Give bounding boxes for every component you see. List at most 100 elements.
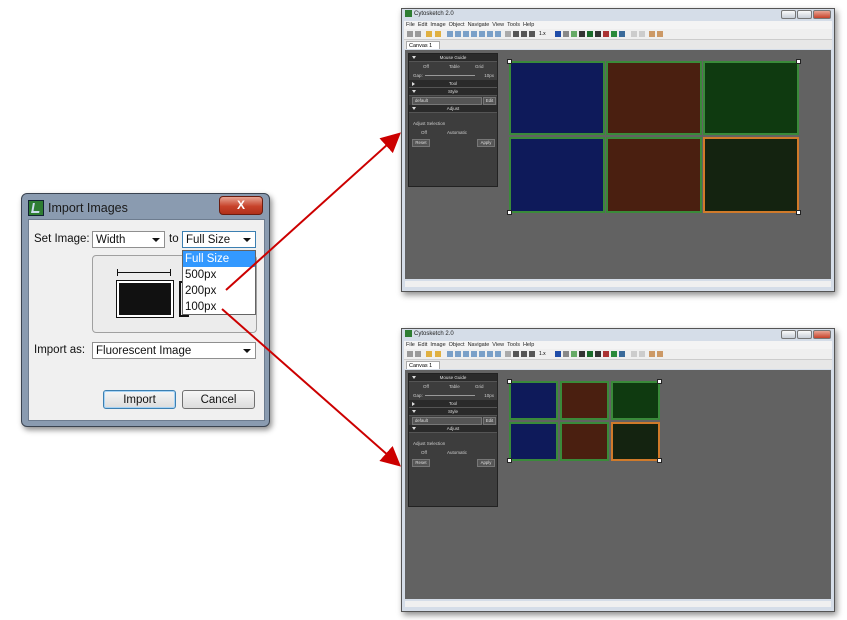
zoom-actual-icon[interactable] (487, 351, 493, 357)
zoom-height-icon[interactable] (479, 351, 485, 357)
image-tile-green[interactable] (611, 381, 660, 420)
window-title-bar[interactable]: Cytosketch 2.0 (405, 330, 454, 337)
zoom-width-icon[interactable] (471, 351, 477, 357)
tool-header[interactable]: Tool (409, 80, 497, 88)
image-tile-green[interactable] (703, 61, 799, 135)
blue-channel-icon[interactable] (555, 31, 561, 37)
mg-table-radio[interactable]: Table (449, 62, 460, 71)
dialog-close-button[interactable]: X (219, 196, 263, 215)
mg-grid-radio[interactable]: Grid (475, 382, 484, 391)
size-option-full[interactable]: Full Size (183, 251, 255, 267)
menu-navigate[interactable]: Navigate (468, 341, 490, 349)
image-tile-red[interactable] (560, 381, 609, 420)
menu-object[interactable]: Object (449, 341, 465, 349)
red-channel-icon[interactable] (603, 31, 609, 37)
selection-handle[interactable] (507, 458, 512, 463)
align-icon[interactable] (649, 351, 655, 357)
zoom-in-icon[interactable] (447, 31, 453, 37)
channel-icon[interactable] (563, 351, 569, 357)
zoom-in-icon[interactable] (447, 351, 453, 357)
canvas-area[interactable]: Mouse Guide Off Table Grid Gap: 10px Too… (405, 50, 831, 279)
crosshair-icon[interactable] (505, 31, 511, 37)
close-button[interactable] (813, 330, 831, 339)
crosshair-icon[interactable] (505, 351, 511, 357)
image-tile-blue-2[interactable] (509, 422, 558, 461)
minimize-button[interactable] (781, 330, 796, 339)
image-icon[interactable] (611, 31, 617, 37)
image-icon[interactable] (611, 351, 617, 357)
image-tile-blue[interactable] (509, 381, 558, 420)
mg-table-radio[interactable]: Table (449, 382, 460, 391)
zoom-fit-icon[interactable] (463, 31, 469, 37)
zoom-page-icon[interactable] (495, 31, 501, 37)
menu-object[interactable]: Object (449, 21, 465, 29)
align-icon[interactable] (649, 31, 655, 37)
red-channel-icon[interactable] (603, 351, 609, 357)
tool-header[interactable]: Tool (409, 400, 497, 408)
zoom-width-icon[interactable] (471, 31, 477, 37)
style-edit-button[interactable]: Edit (483, 417, 496, 425)
style-header[interactable]: Style (409, 88, 497, 96)
new-icon[interactable] (407, 31, 413, 37)
apply-button[interactable]: Apply (477, 139, 495, 147)
scale-icon[interactable] (619, 31, 625, 37)
open-icon[interactable] (415, 31, 421, 37)
menu-file[interactable]: File (406, 341, 415, 349)
image-tile-blue-2[interactable] (509, 137, 605, 213)
tab-canvas-1[interactable]: Canvas 1 (406, 41, 440, 49)
adjust-automatic-radio[interactable]: Automatic (447, 448, 467, 457)
canvas-area[interactable]: Mouse Guide Off Table Grid Gap: 10px Too… (405, 370, 831, 599)
text-icon[interactable] (521, 31, 527, 37)
menu-edit[interactable]: Edit (418, 341, 427, 349)
image-tile-red-2[interactable] (606, 137, 702, 213)
pointer-icon[interactable] (435, 31, 441, 37)
reset-button[interactable]: Reset (412, 459, 430, 467)
tab-canvas-1[interactable]: Canvas 1 (406, 361, 440, 369)
rotate-icon[interactable] (639, 351, 645, 357)
menu-tools[interactable]: Tools (507, 341, 520, 349)
size-option-200[interactable]: 200px (183, 283, 255, 299)
style-select[interactable]: default (412, 417, 482, 425)
dimension-select[interactable]: Width (92, 231, 165, 248)
new-icon[interactable] (407, 351, 413, 357)
layer-icon[interactable] (571, 351, 577, 357)
mg-off-radio[interactable]: Off (423, 382, 429, 391)
zoom-fit-icon[interactable] (463, 351, 469, 357)
selection-handle[interactable] (507, 379, 512, 384)
menu-image[interactable]: Image (430, 21, 445, 29)
selection-handle[interactable] (796, 210, 801, 215)
grid-icon[interactable] (579, 31, 585, 37)
menu-navigate[interactable]: Navigate (468, 21, 490, 29)
zoom-height-icon[interactable] (479, 31, 485, 37)
menu-file[interactable]: File (406, 21, 415, 29)
flip-icon[interactable] (631, 351, 637, 357)
selection-handle[interactable] (657, 379, 662, 384)
window-title-bar[interactable]: Cytosketch 2.0 (405, 10, 454, 17)
distribute-icon[interactable] (657, 351, 663, 357)
maximize-button[interactable] (797, 10, 812, 19)
selection-handle[interactable] (657, 458, 662, 463)
mg-grid-radio[interactable]: Grid (475, 62, 484, 71)
image-tile-blue[interactable] (509, 61, 605, 135)
maximize-button[interactable] (797, 330, 812, 339)
pointer-icon[interactable] (435, 351, 441, 357)
style-header[interactable]: Style (409, 408, 497, 416)
scale-icon[interactable] (619, 351, 625, 357)
apply-button[interactable]: Apply (477, 459, 495, 467)
open-icon[interactable] (415, 351, 421, 357)
menu-view[interactable]: View (492, 21, 504, 29)
mg-off-radio[interactable]: Off (423, 62, 429, 71)
adjust-off-radio[interactable]: Off (421, 128, 427, 137)
size-select[interactable]: Full Size (182, 231, 256, 248)
adjust-off-radio[interactable]: Off (421, 448, 427, 457)
blue-channel-icon[interactable] (555, 351, 561, 357)
zoom-out-icon[interactable] (455, 31, 461, 37)
adjust-header[interactable]: Adjust (409, 105, 497, 113)
move-icon[interactable] (513, 351, 519, 357)
image-tile-red-2[interactable] (560, 422, 609, 461)
green-channel-icon[interactable] (587, 351, 593, 357)
channel-icon[interactable] (563, 31, 569, 37)
hand-icon[interactable] (426, 31, 432, 37)
close-button[interactable] (813, 10, 831, 19)
merge-icon[interactable] (595, 31, 601, 37)
